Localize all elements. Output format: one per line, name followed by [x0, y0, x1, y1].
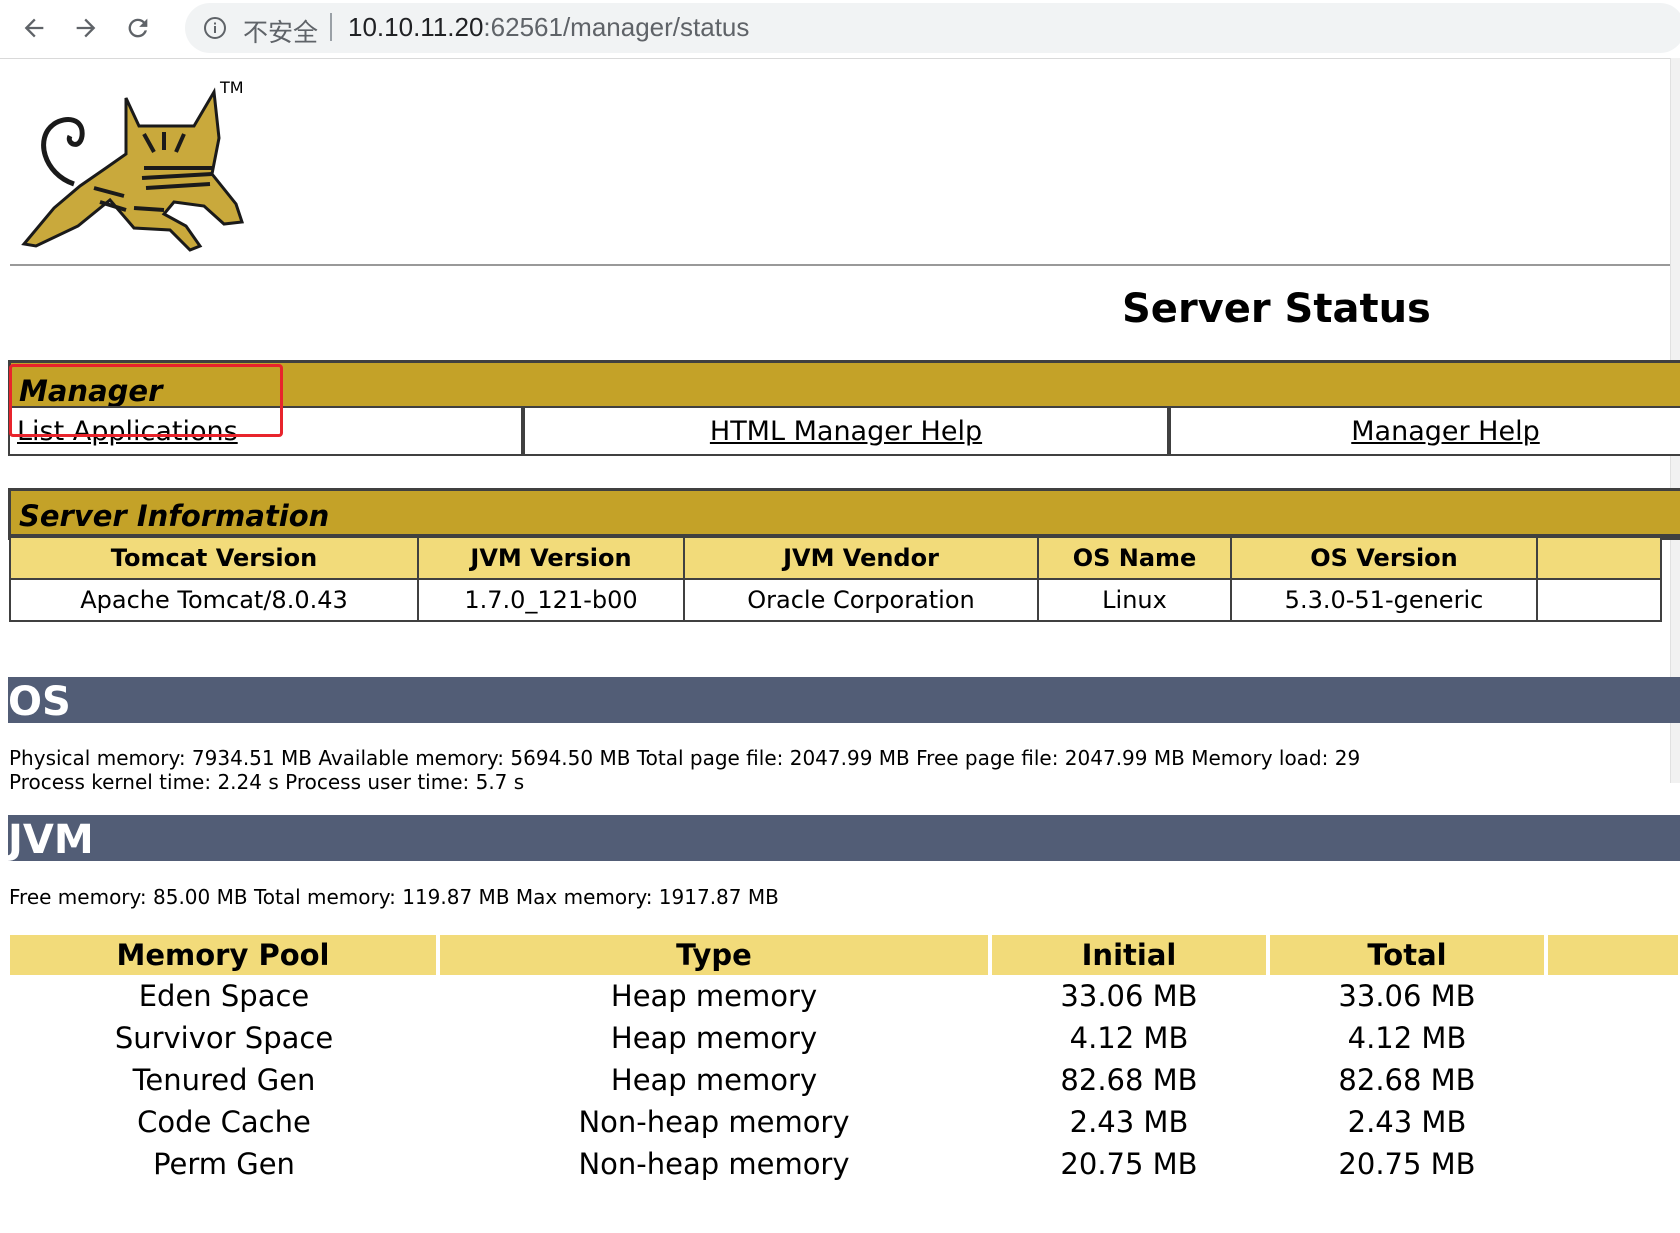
back-arrow-icon[interactable]: [14, 8, 54, 48]
table-cell: 5.3.0-51-generic: [1230, 578, 1538, 622]
manager-help-link[interactable]: Manager Help: [1351, 416, 1540, 447]
table-row: Perm Gen Non-heap memory 20.75 MB 20.75 …: [10, 1143, 1678, 1185]
table-cell: Survivor Space: [114, 1021, 334, 1055]
table-cell-overflow: [1536, 578, 1662, 622]
column-header: OS Name: [1037, 536, 1232, 580]
column-header: JVM Version: [417, 536, 685, 580]
table-cell: Non-heap memory: [578, 1147, 850, 1181]
column-header-overflow: [1536, 536, 1662, 580]
column-header: Total: [1268, 935, 1548, 975]
browser-toolbar: 不安全 10.10.11.20:62561/manager/status: [0, 0, 1680, 59]
table-cell: 82.68 MB: [1060, 1063, 1198, 1097]
address-bar[interactable]: 不安全 10.10.11.20:62561/manager/status: [185, 3, 1680, 53]
table-cell-overflow: [1546, 1143, 1678, 1185]
column-header: JVM Vendor: [683, 536, 1039, 580]
column-header: Tomcat Version: [9, 536, 419, 580]
html-manager-help-link[interactable]: HTML Manager Help: [710, 416, 982, 447]
info-icon[interactable]: [203, 16, 227, 40]
server-info-table: Tomcat Version JVM Version JVM Vendor OS…: [9, 536, 1662, 622]
url-host: 10.10.11.20: [348, 12, 484, 42]
table-cell: Oracle Corporation: [683, 578, 1039, 622]
table-row: Survivor Space Heap memory 4.12 MB 4.12 …: [10, 1017, 1678, 1059]
manager-cell-help: Manager Help: [1169, 406, 1680, 456]
table-cell: 33.06 MB: [1338, 979, 1476, 1013]
address-separator: [330, 13, 332, 41]
reload-icon[interactable]: [118, 8, 158, 48]
table-cell: Non-heap memory: [578, 1105, 850, 1139]
column-header: Initial: [990, 935, 1270, 975]
os-process-line: Process kernel time: 2.24 s Process user…: [9, 770, 525, 794]
table-cell-overflow: [1546, 975, 1678, 1017]
jvm-section-heading: JVM: [8, 815, 1680, 861]
table-cell-overflow: [1546, 1017, 1678, 1059]
server-info-header-box: Server Information: [8, 488, 1680, 540]
table-cell: Perm Gen: [153, 1147, 295, 1181]
os-stats-line: Physical memory: 7934.51 MB Available me…: [9, 746, 1361, 770]
column-header-overflow: [1546, 935, 1678, 975]
security-label: 不安全: [243, 18, 319, 47]
table-cell: 1.7.0_121-b00: [417, 578, 685, 622]
header-divider: [10, 264, 1670, 266]
table-cell: Code Cache: [137, 1105, 311, 1139]
manager-cell-html-help: HTML Manager Help: [523, 406, 1169, 456]
table-cell: 2.43 MB: [1347, 1105, 1467, 1139]
table-row: Eden Space Heap memory 33.06 MB 33.06 MB: [10, 975, 1678, 1017]
column-header: OS Version: [1230, 536, 1538, 580]
table-cell: 82.68 MB: [1338, 1063, 1476, 1097]
os-section-heading: OS: [8, 677, 1680, 723]
table-cell-overflow: [1546, 1059, 1678, 1101]
table-cell: 20.75 MB: [1060, 1147, 1198, 1181]
forward-arrow-icon[interactable]: [66, 8, 106, 48]
server-info-heading: Server Information: [11, 491, 1680, 537]
table-cell: 20.75 MB: [1338, 1147, 1476, 1181]
column-header: Memory Pool: [10, 935, 440, 975]
tomcat-logo: TM: [14, 78, 264, 303]
table-cell: Apache Tomcat/8.0.43: [9, 578, 419, 622]
server-info-value-row: Apache Tomcat/8.0.43 1.7.0_121-b00 Oracl…: [9, 578, 1662, 622]
table-row: Code Cache Non-heap memory 2.43 MB 2.43 …: [10, 1101, 1678, 1143]
trademark-label: TM: [220, 78, 244, 97]
table-cell: 33.06 MB: [1060, 979, 1198, 1013]
memory-pool-header-row: Memory Pool Type Initial Total: [10, 935, 1678, 975]
table-cell-overflow: [1546, 1101, 1678, 1143]
table-cell: Heap memory: [610, 1021, 818, 1055]
table-cell: 4.12 MB: [1347, 1021, 1467, 1055]
table-cell: Linux: [1037, 578, 1232, 622]
table-row: Tenured Gen Heap memory 82.68 MB 82.68 M…: [10, 1059, 1678, 1101]
jvm-memory-line: Free memory: 85.00 MB Total memory: 119.…: [9, 885, 779, 909]
column-header: Type: [438, 935, 992, 975]
table-cell: Heap memory: [610, 1063, 818, 1097]
table-cell: 2.43 MB: [1069, 1105, 1189, 1139]
page-title: Server Status: [1122, 286, 1431, 332]
table-cell: Eden Space: [138, 979, 310, 1013]
memory-pool-table: Memory Pool Type Initial Total Eden Spac…: [10, 935, 1678, 1185]
highlight-box: [9, 364, 283, 437]
table-cell: 4.12 MB: [1069, 1021, 1189, 1055]
table-cell: Tenured Gen: [132, 1063, 316, 1097]
table-cell: Heap memory: [610, 979, 818, 1013]
url-path: :62561/manager/status: [483, 12, 750, 42]
url-text[interactable]: 10.10.11.20:62561/manager/status: [348, 12, 749, 43]
server-info-header-row: Tomcat Version JVM Version JVM Vendor OS…: [9, 536, 1662, 580]
